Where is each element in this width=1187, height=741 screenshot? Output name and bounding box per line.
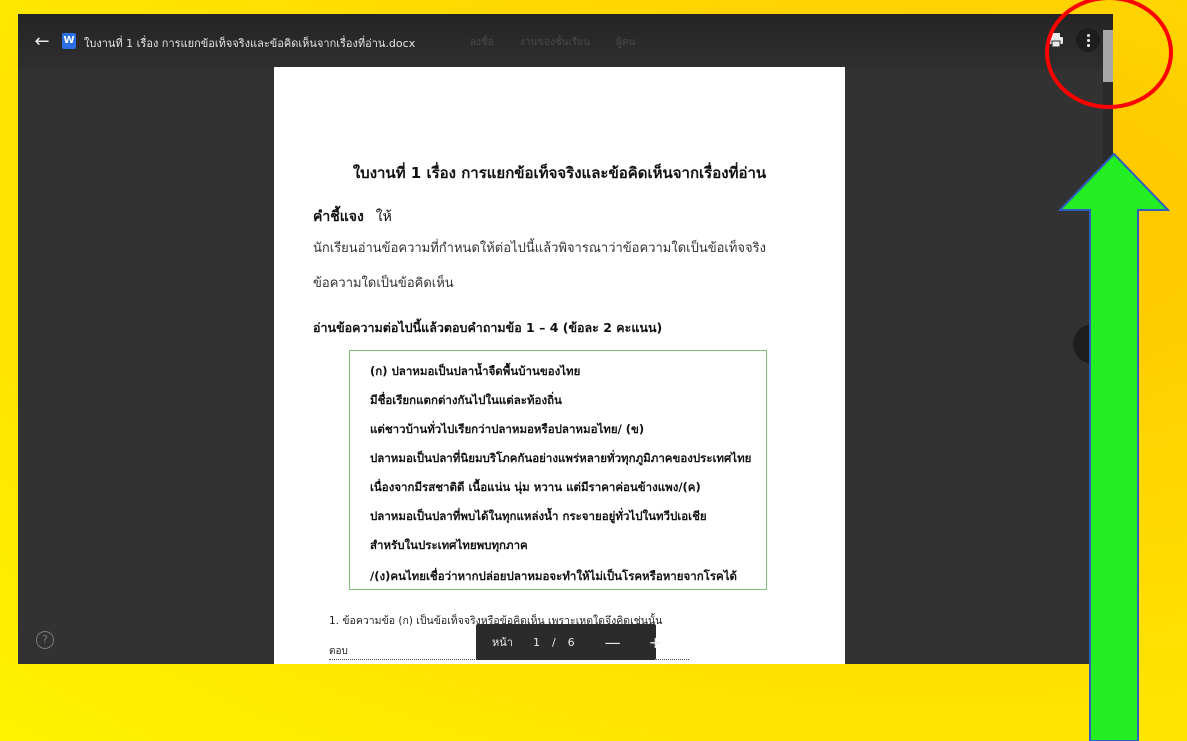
page-indicator: หน้า 1 / 6 — + xyxy=(476,624,662,660)
passage-line: (ก) ปลาหมอเป็นปลาน้ำจืดพื้นบ้านของไทย xyxy=(370,364,581,378)
document-page: ใบงานที่ 1 เรื่อง การแยกข้อเท็จจริงและข้… xyxy=(274,67,845,664)
drive-file-viewer: ← W ใบงานที่ 1 เรื่อง การแยกข้อเท็จจริงแ… xyxy=(18,14,1113,664)
instruction-word: ให้ xyxy=(375,209,392,225)
viewer-top-bar: ← W ใบงานที่ 1 เรื่อง การแยกข้อเท็จจริงแ… xyxy=(18,14,1113,70)
annotation-up-arrow xyxy=(1058,152,1170,741)
passage-line: เนื่องจากมีรสชาติดี เนื้อแน่น นุ่ม หวาน … xyxy=(370,480,701,494)
question-heading: อ่านข้อความต่อไปนี้แล้วตอบคำถามข้อ 1 – 4… xyxy=(313,320,663,335)
answer-label: ตอบ xyxy=(329,646,348,657)
instruction-line: นักเรียนอ่านข้อความที่กำหนดให้ต่อไปนี้แล… xyxy=(313,241,767,256)
current-page[interactable]: 1 xyxy=(533,636,540,649)
page-label: หน้า xyxy=(492,636,513,649)
menu-item: งานของชั้นเรียน xyxy=(519,37,590,48)
instruction-line: ข้อความใดเป็นข้อคิดเห็น xyxy=(313,276,454,291)
passage-line: มีชื่อเรียกแตกต่างกันไปในแต่ละท้องถิ่น xyxy=(370,393,562,407)
menu-item: ผู้คน xyxy=(615,37,636,48)
passage-line: แต่ชาวบ้านทั่วไปเรียกว่าปลาหมอหรือปลาหมอ… xyxy=(370,422,645,436)
passage-line: ปลาหมอเป็นปลาที่พบได้ในทุกแหล่งน้ำ กระจา… xyxy=(370,509,707,523)
page-separator: / xyxy=(551,635,556,649)
file-name: ใบงานที่ 1 เรื่อง การแยกข้อเท็จจริงและข้… xyxy=(84,37,416,50)
annotation-circle xyxy=(1045,0,1173,109)
background-menu: ลงชื่อ งานของชั้นเรียน ผู้คน xyxy=(470,35,635,50)
zoom-out-button[interactable]: — xyxy=(605,633,621,652)
back-arrow-icon[interactable]: ← xyxy=(32,32,52,52)
instruction-label: คำชี้แจง xyxy=(313,209,364,225)
passage-line: /(ง)คนไทยเชื่อว่าหากปล่อยปลาหมอจะทำให้ไม… xyxy=(370,569,737,583)
instruction-heading: คำชี้แจง ให้ xyxy=(313,206,392,228)
passage-line: ปลาหมอเป็นปลาที่นิยมบริโภคกันอย่างแพร่หล… xyxy=(370,451,752,465)
passage-line: สำหรับในประเทศไทยพบทุกภาค xyxy=(370,538,528,552)
menu-item: ลงชื่อ xyxy=(470,37,494,48)
total-pages: 6 xyxy=(567,635,575,649)
document-title: ใบงานที่ 1 เรื่อง การแยกข้อเท็จจริงและข้… xyxy=(352,164,767,182)
passage-box: (ก) ปลาหมอเป็นปลาน้ำจืดพื้นบ้านของไทย มี… xyxy=(349,350,767,590)
zoom-in-button[interactable]: + xyxy=(649,633,662,652)
help-icon[interactable]: ? xyxy=(36,631,54,649)
word-file-icon: W xyxy=(62,33,76,49)
